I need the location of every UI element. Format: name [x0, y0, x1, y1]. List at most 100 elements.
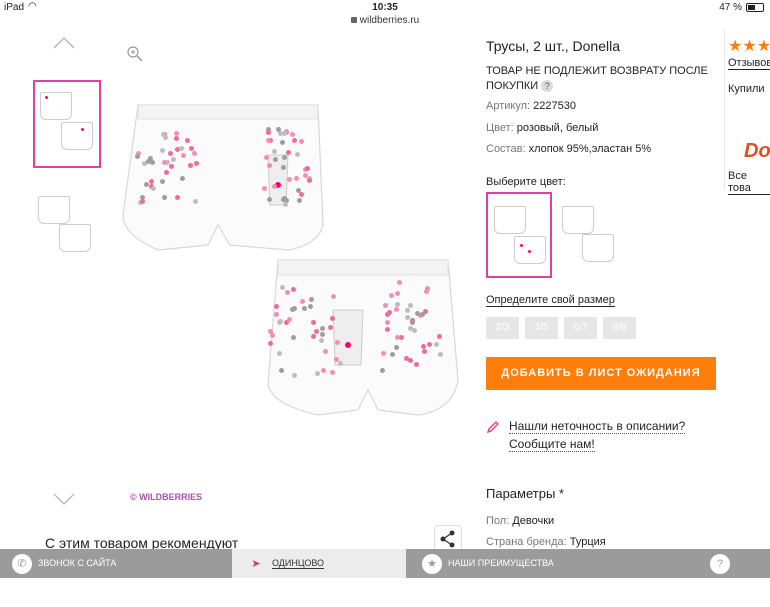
- pattern-dot: [420, 343, 426, 349]
- rating-stars-icon: ★★★: [728, 38, 770, 55]
- thumbnail-shorts: [38, 196, 70, 224]
- pattern-dot: [264, 154, 270, 160]
- country-row: Страна бренда: Турция: [486, 536, 606, 548]
- pattern-dot: [393, 307, 399, 313]
- article-value: 2227530: [533, 100, 576, 112]
- pattern-dot: [188, 146, 194, 152]
- country-value: Турция: [569, 536, 606, 548]
- faq-label: ЧАСТЫЕ: [710, 587, 748, 597]
- size-guide-link[interactable]: Определите свой размер: [486, 294, 615, 307]
- color-swatch-pink[interactable]: [486, 192, 552, 278]
- pattern-dot: [422, 348, 428, 354]
- city-selector[interactable]: ➤ ОДИНЦОВО: [232, 549, 406, 578]
- pattern-dot: [318, 337, 324, 343]
- size-option-2-3[interactable]: 2/3: [486, 317, 519, 339]
- pattern-dot: [277, 319, 283, 324]
- watermark: © WILDBERRIES: [130, 492, 203, 502]
- pattern-dot: [436, 333, 442, 339]
- pattern-dot: [388, 293, 394, 299]
- return-notice-text: ТОВАР НЕ ПОДЛЕЖИТ ВОЗВРАТУ ПОСЛЕ ПОКУПКИ: [486, 65, 708, 92]
- battery-percent: 47 %: [719, 2, 742, 13]
- pattern-dot: [281, 155, 287, 161]
- return-notice: ТОВАР НЕ ПОДЛЕЖИТ ВОЗВРАТУ ПОСЛЕ ПОКУПКИ…: [486, 64, 711, 94]
- pattern-dot: [281, 131, 287, 137]
- chevron-down-icon[interactable]: [52, 486, 76, 510]
- help-icon[interactable]: ?: [541, 80, 554, 92]
- color-swatch-white[interactable]: [556, 192, 618, 274]
- battery-icon: [746, 3, 764, 12]
- pattern-dot: [386, 309, 392, 315]
- pattern-dot: [295, 187, 301, 193]
- pattern-dot: [274, 303, 280, 309]
- color-label: Цвет:: [486, 122, 514, 134]
- color-row: Цвет: розовый, белый: [486, 122, 598, 134]
- star-icon: ★: [422, 553, 442, 574]
- pattern-dot: [437, 351, 443, 357]
- add-to-waitlist-button[interactable]: ДОБАВИТЬ В ЛИСТ ОЖИДАНИЯ: [486, 357, 716, 390]
- pattern-dot: [397, 280, 403, 285]
- zoom-icon[interactable]: [126, 45, 144, 63]
- article-label: Артикул:: [486, 100, 531, 112]
- pattern-dot: [390, 351, 396, 357]
- pattern-dot: [276, 350, 282, 356]
- pattern-dot: [159, 147, 165, 153]
- thumbnail-2[interactable]: [33, 186, 97, 270]
- pattern-dot: [290, 131, 296, 137]
- swatch-shorts: [582, 234, 614, 262]
- chevron-up-icon[interactable]: [52, 32, 76, 56]
- pattern-dot: [279, 285, 285, 291]
- pattern-dot: [280, 164, 286, 170]
- pattern-dot: [404, 308, 410, 314]
- composition-value: хлопок 95%,эластан 5%: [528, 143, 652, 155]
- gender-value: Девочки: [512, 515, 555, 527]
- battery-fill: [748, 5, 755, 10]
- product-image[interactable]: [118, 95, 468, 435]
- pattern-dot: [394, 301, 400, 307]
- pattern-dot: [144, 181, 150, 187]
- pattern-dot: [319, 326, 325, 332]
- brand-logo[interactable]: Do: [744, 140, 770, 163]
- pattern-dot: [139, 199, 145, 205]
- all-brand-items-link[interactable]: Все това: [728, 170, 770, 195]
- reviews-link[interactable]: Отзывов: [728, 57, 770, 70]
- pattern-dot: [265, 138, 271, 144]
- report-inaccuracy-link[interactable]: Нашли неточность в описании? Сообщите на…: [509, 417, 686, 453]
- address-bar[interactable]: wildberries.ru: [0, 15, 770, 26]
- size-option-4-5[interactable]: 4/5: [525, 317, 558, 339]
- pattern-dot: [302, 172, 308, 178]
- gender-row: Пол: Девочки: [486, 515, 554, 527]
- advantages-button[interactable]: ★ НАШИ ПРЕИМУЩЕСТВА: [422, 549, 554, 578]
- pattern-dot: [411, 327, 417, 333]
- article-row: Артикул: 2227530: [486, 100, 576, 112]
- call-from-site-button[interactable]: ✆ ЗВОНОК С САЙТА: [12, 549, 116, 578]
- country-label: Страна бренда:: [486, 536, 567, 548]
- swatch-shorts: [562, 206, 594, 234]
- lock-icon: [350, 17, 357, 24]
- pattern-dot: [268, 328, 273, 334]
- pattern-dot: [279, 367, 285, 373]
- call-label: ЗВОНОК С САЙТА: [38, 558, 117, 568]
- advantages-label: НАШИ ПРЕИМУЩЕСТВА: [448, 558, 554, 568]
- pattern-dot: [280, 196, 286, 202]
- size-option-8-9[interactable]: 8/9: [603, 317, 636, 339]
- size-option-6-7[interactable]: 6/7: [564, 317, 597, 339]
- pattern-dot: [188, 162, 194, 168]
- pattern-dot: [268, 340, 274, 346]
- phone-icon: ✆: [12, 553, 32, 574]
- city-label: ОДИНЦОВО: [272, 558, 325, 569]
- url-text: wildberries.ru: [359, 15, 420, 26]
- bought-count: Купили: [728, 83, 765, 95]
- pattern-dot: [308, 296, 314, 302]
- pattern-dot: [403, 355, 409, 361]
- pattern-dot: [168, 163, 174, 169]
- pattern-dot: [194, 160, 200, 166]
- thumbnail-1[interactable]: [33, 80, 101, 168]
- pattern-dot: [285, 150, 291, 156]
- pattern-dot: [174, 194, 180, 200]
- faq-button[interactable]: ? ЧАСТЫЕ: [710, 549, 770, 597]
- choose-color-label: Выберите цвет:: [486, 176, 566, 188]
- thumbnail-shorts: [59, 224, 91, 252]
- pattern-dot: [306, 177, 312, 183]
- gender-label: Пол:: [486, 515, 510, 527]
- params-heading: Параметры *: [486, 486, 564, 501]
